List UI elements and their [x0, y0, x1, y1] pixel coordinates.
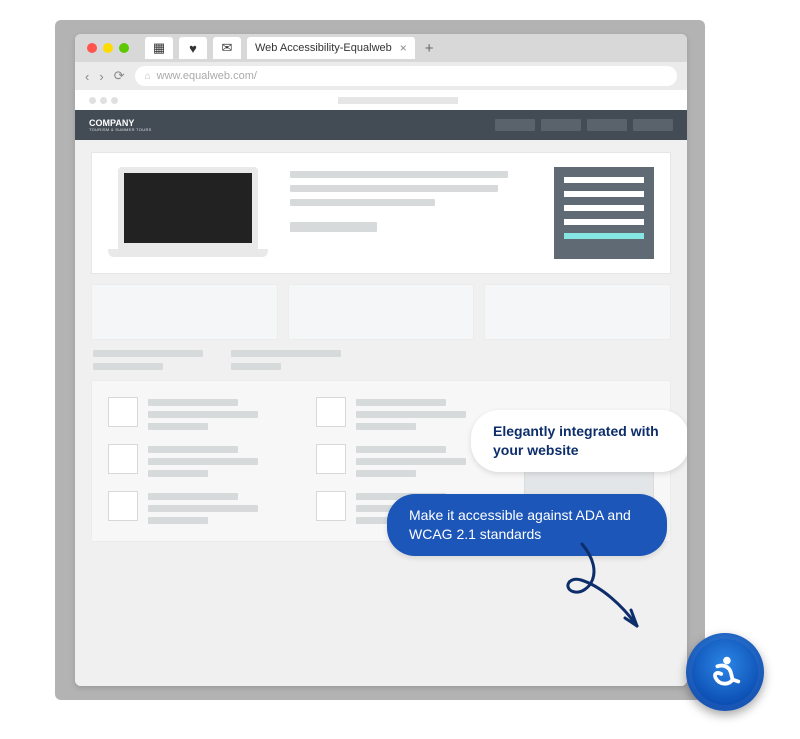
callout-integration: Elegantly integrated with your website: [471, 410, 687, 472]
card[interactable]: [288, 284, 475, 340]
pinned-tab-favorites[interactable]: ♥: [179, 37, 207, 59]
card[interactable]: [484, 284, 671, 340]
page-body: [75, 140, 687, 542]
grid-icon: ▦: [153, 40, 165, 56]
illustration-backdrop: ▦ ♥ ✉ Web Accessibility-Equalweb × + ‹ ›…: [55, 20, 705, 700]
placeholder-dot: [89, 97, 96, 104]
list-item[interactable]: [108, 491, 296, 524]
thumbnail: [108, 397, 138, 427]
card[interactable]: [91, 284, 278, 340]
close-tab-icon[interactable]: ×: [400, 41, 407, 55]
placeholder-dot: [100, 97, 107, 104]
accessibility-widget-button[interactable]: [686, 633, 764, 711]
pinned-tab-apps[interactable]: ▦: [145, 37, 173, 59]
logo-subtitle: TOURISM & SUMMER TOURS: [89, 128, 152, 132]
card-row: [91, 284, 671, 340]
nav-item[interactable]: [495, 119, 535, 131]
nav-item[interactable]: [587, 119, 627, 131]
thumbnail: [316, 444, 346, 474]
placeholder-dot: [111, 97, 118, 104]
back-button[interactable]: ‹: [85, 69, 89, 84]
thumbnail: [108, 491, 138, 521]
thumbnail: [316, 491, 346, 521]
list-column: [108, 397, 296, 525]
browser-window: ▦ ♥ ✉ Web Accessibility-Equalweb × + ‹ ›…: [75, 34, 687, 686]
page-top-strip: [75, 90, 687, 110]
window-controls: [87, 43, 129, 53]
close-window-button[interactable]: [87, 43, 97, 53]
thumbnail: [316, 397, 346, 427]
reload-button[interactable]: ⟳: [114, 68, 125, 84]
browser-tab-active[interactable]: Web Accessibility-Equalweb ×: [247, 37, 415, 59]
thumbnail: [108, 444, 138, 474]
mini-text-row: [91, 350, 671, 370]
nav-item[interactable]: [541, 119, 581, 131]
url-input[interactable]: ⌂ www.equalweb.com/: [135, 66, 677, 86]
placeholder-bar: [338, 97, 458, 104]
hero-image: [108, 167, 268, 259]
tab-title: Web Accessibility-Equalweb: [255, 42, 392, 54]
new-tab-button[interactable]: +: [425, 40, 434, 57]
pinned-tab-mail[interactable]: ✉: [213, 37, 241, 59]
arrow-icon: [547, 534, 657, 644]
site-info-icon: ⌂: [145, 71, 151, 82]
forward-button[interactable]: ›: [99, 69, 103, 84]
hero-text: [290, 167, 532, 259]
address-bar: ‹ › ⟳ ⌂ www.equalweb.com/: [75, 62, 687, 90]
mail-icon: ✉: [222, 40, 233, 56]
list-item[interactable]: [108, 444, 296, 477]
tab-bar: ▦ ♥ ✉ Web Accessibility-Equalweb × +: [75, 34, 687, 62]
minimize-window-button[interactable]: [103, 43, 113, 53]
site-logo[interactable]: COMPANY TOURISM & SUMMER TOURS: [89, 119, 152, 132]
heart-icon: ♥: [189, 41, 197, 56]
url-text: www.equalweb.com/: [157, 70, 257, 82]
maximize-window-button[interactable]: [119, 43, 129, 53]
accessibility-icon: [706, 653, 744, 691]
list-item[interactable]: [108, 397, 296, 430]
hero-section: [91, 152, 671, 274]
laptop-icon: [108, 167, 268, 257]
nav-item[interactable]: [633, 119, 673, 131]
browser-chrome: ▦ ♥ ✉ Web Accessibility-Equalweb × + ‹ ›…: [75, 34, 687, 90]
accent-line: [564, 233, 644, 239]
site-header: COMPANY TOURISM & SUMMER TOURS: [75, 110, 687, 140]
hero-side-panel: [554, 167, 654, 259]
callout-text: Elegantly integrated with your website: [493, 423, 659, 458]
page-content: COMPANY TOURISM & SUMMER TOURS: [75, 90, 687, 686]
logo-title: COMPANY: [89, 118, 134, 128]
